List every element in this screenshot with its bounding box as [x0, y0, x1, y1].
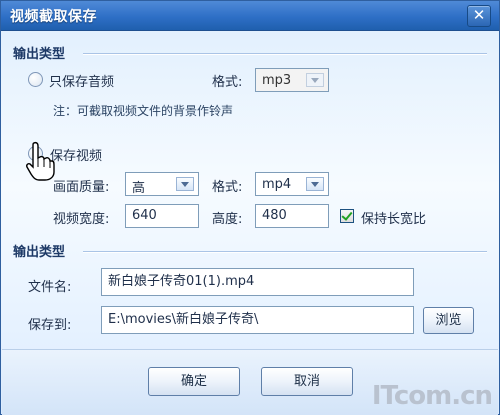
width-label: 视频宽度:	[53, 212, 110, 227]
divider	[83, 53, 487, 54]
audio-only-radio[interactable]	[28, 72, 43, 87]
audio-format-value: mp3	[262, 73, 292, 88]
video-format-value: mp4	[262, 177, 292, 192]
height-input[interactable]: 480	[255, 204, 329, 228]
site-watermark: ITcom.cn	[371, 381, 493, 411]
ringtone-note: 注：可截取视频文件的背景作铃声	[53, 104, 234, 118]
hand-cursor-icon	[26, 141, 55, 181]
save-video-label[interactable]: 保存视频	[50, 145, 102, 164]
chevron-down-icon[interactable]	[176, 177, 194, 191]
output-type-heading: 输出类型	[13, 47, 66, 62]
video-format-label: 格式:	[212, 180, 243, 195]
audio-format-label: 格式:	[212, 75, 243, 90]
ok-button[interactable]: 确定	[148, 367, 240, 396]
filename-input[interactable]: 新白娘子传奇01(1).mp4	[101, 268, 414, 296]
quality-select[interactable]: 高	[125, 172, 199, 196]
quality-label: 画面质量:	[53, 180, 110, 195]
audio-only-label[interactable]: 只保存音频	[49, 71, 114, 90]
button-bar: 确定 取消 ITcom.cn	[2, 349, 498, 415]
window-title: 视频截取保存	[10, 9, 97, 25]
close-button[interactable]: ✕	[467, 5, 491, 27]
quality-value: 高	[132, 181, 146, 196]
width-input[interactable]: 640	[125, 204, 199, 228]
audio-format-select[interactable]: mp3	[255, 68, 329, 92]
save-path-input[interactable]: E:\movies\新白娘子传奇\	[101, 306, 414, 334]
height-label: 高度:	[212, 212, 243, 227]
video-capture-save-dialog: 视频截取保存 ✕ 输出类型 只保存音频 格式: mp3 注：可截取视频文件的背景…	[0, 0, 500, 415]
browse-button[interactable]: 浏览	[423, 307, 474, 334]
keep-ratio-label[interactable]: 保持长宽比	[361, 208, 426, 227]
chevron-down-icon[interactable]	[306, 177, 324, 191]
filename-label: 文件名:	[28, 280, 72, 295]
save-to-label: 保存到:	[28, 318, 72, 333]
divider	[83, 251, 487, 252]
keep-ratio-checkbox[interactable]	[340, 209, 354, 223]
chevron-down-icon[interactable]	[306, 73, 324, 87]
cancel-button[interactable]: 取消	[261, 367, 353, 396]
titlebar[interactable]: 视频截取保存 ✕	[1, 1, 499, 31]
close-icon: ✕	[472, 6, 486, 24]
output-type-heading-2: 输出类型	[13, 245, 66, 260]
video-format-select[interactable]: mp4	[255, 172, 329, 196]
